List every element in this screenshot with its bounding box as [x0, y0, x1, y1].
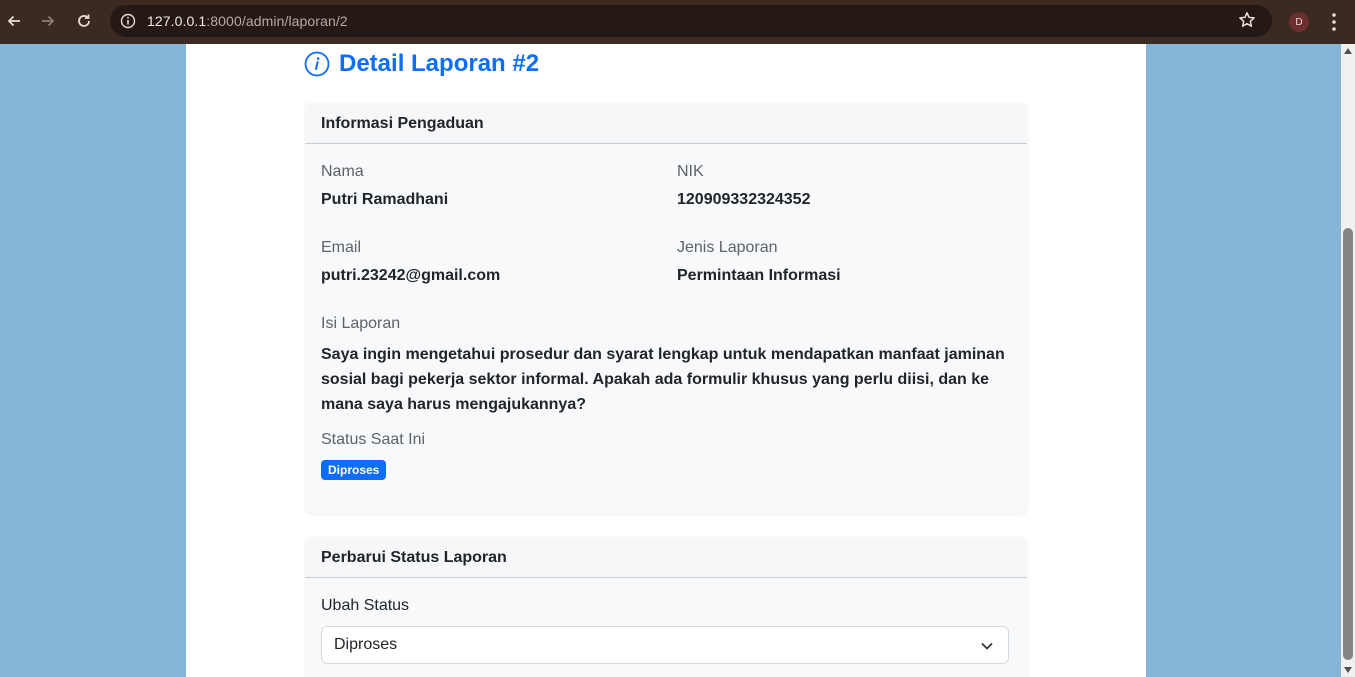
info-card-header: Informasi Pengaduan [305, 103, 1027, 144]
info-circle-icon [304, 51, 330, 77]
status-select[interactable]: Diproses [321, 626, 1009, 664]
address-bar[interactable]: 127.0.0.1:8000/admin/laporan/2 [110, 5, 1272, 37]
page-content: Detail Laporan #2 Informasi Pengaduan Na… [186, 44, 1146, 677]
menu-dots-icon[interactable] [1326, 12, 1342, 32]
bookmark-star-icon[interactable] [1238, 11, 1256, 29]
email-label: Email [321, 239, 362, 256]
url-host: 127.0.0.1 [147, 13, 207, 29]
status-badge: Diproses [321, 460, 387, 480]
page-scrollbar[interactable] [1341, 44, 1355, 677]
update-card-header: Perbarui Status Laporan [305, 537, 1027, 578]
chevron-down-icon [981, 643, 993, 650]
nik-label: NIK [677, 163, 704, 180]
status-select-value: Diproses [334, 636, 398, 653]
url-text: 127.0.0.1:8000/admin/laporan/2 [147, 13, 348, 29]
nama-value: Putri Ramadhani [321, 191, 449, 208]
nama-label: Nama [321, 163, 364, 180]
info-card: Informasi Pengaduan Nama Putri Ramadhani… [305, 103, 1027, 513]
forward-arrow-icon[interactable] [36, 9, 60, 33]
back-arrow-icon[interactable] [2, 9, 26, 33]
scroll-down-arrow-icon[interactable] [1344, 667, 1352, 673]
jenis-laporan-label: Jenis Laporan [677, 239, 778, 256]
page-title: Detail Laporan #2 [304, 50, 539, 78]
jenis-laporan-value: Permintaan Informasi [677, 267, 841, 284]
update-status-card: Perbarui Status Laporan Ubah Status Dipr… [305, 537, 1027, 677]
status-label: Status Saat Ini [321, 431, 426, 448]
ubah-status-label: Ubah Status [321, 597, 410, 614]
browser-toolbar: 127.0.0.1:8000/admin/laporan/2 D [0, 0, 1355, 44]
nik-value: 120909332324352 [677, 191, 811, 208]
url-path: :8000/admin/laporan/2 [206, 13, 348, 29]
email-value: putri.23242@gmail.com [321, 267, 501, 284]
page-title-text: Detail Laporan #2 [339, 50, 540, 77]
reload-icon[interactable] [72, 9, 96, 33]
scroll-thumb[interactable] [1343, 228, 1353, 660]
isi-laporan-label: Isi Laporan [321, 315, 401, 332]
scroll-up-arrow-icon[interactable] [1344, 48, 1352, 54]
profile-avatar[interactable]: D [1289, 12, 1309, 32]
site-info-icon[interactable] [120, 13, 136, 29]
isi-laporan-value: Saya ingin mengetahui prosedur dan syara… [321, 346, 1005, 413]
